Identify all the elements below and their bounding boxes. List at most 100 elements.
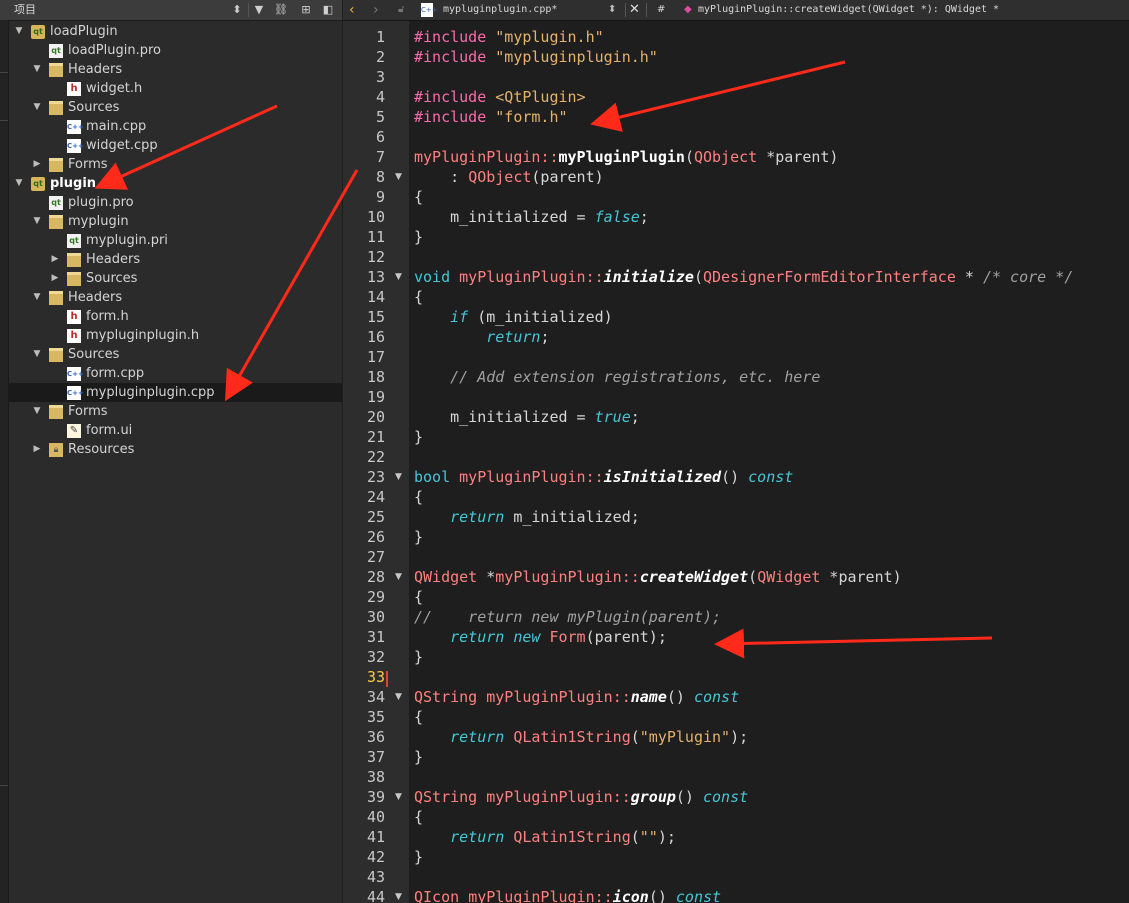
code-line[interactable]: { [414, 487, 423, 507]
code-line[interactable]: m_initialized = false; [414, 207, 649, 227]
expand-arrow-icon[interactable]: ▼ [31, 288, 43, 307]
code-line[interactable]: return QLatin1String("myPlugin"); [414, 727, 748, 747]
tree-item[interactable]: h form.h [9, 307, 342, 326]
tree-item[interactable]: ▼ myplugin [9, 212, 342, 231]
code-line[interactable]: } [414, 847, 423, 867]
code-line[interactable]: { [414, 707, 423, 727]
tree-item[interactable]: ▼ Sources [9, 345, 342, 364]
expand-arrow-icon[interactable]: ▼ [13, 22, 25, 41]
code-token: QIcon [414, 888, 460, 903]
code-line[interactable]: return; [414, 327, 549, 347]
expand-arrow-icon[interactable]: ▼ [31, 402, 43, 421]
hash-label[interactable]: # [657, 0, 665, 20]
fold-marker-icon[interactable]: ▼ [395, 267, 402, 287]
code-line[interactable]: QString myPluginPlugin::name() const [414, 687, 739, 707]
close-file-icon[interactable]: ✕ [629, 0, 640, 20]
code-line[interactable]: void myPluginPlugin::initialize(QDesigne… [414, 267, 1073, 287]
tree-item[interactable]: ▼ Sources [9, 98, 342, 117]
tree-item[interactable]: ▼ qt loadPlugin [9, 22, 342, 41]
code-token: Form [549, 628, 586, 646]
code-token: if [450, 308, 469, 326]
tree-item[interactable]: C++ widget.cpp [9, 136, 342, 155]
code-line[interactable]: QWidget *myPluginPlugin::createWidget(QW… [414, 567, 902, 587]
code-line[interactable]: bool myPluginPlugin::isInitialized() con… [414, 467, 793, 487]
function-symbol[interactable]: myPluginPlugin::createWidget(QWidget *):… [698, 0, 999, 20]
collapse-arrow-icon[interactable]: ▶ [49, 250, 61, 269]
tree-item[interactable]: ✎ form.ui [9, 421, 342, 440]
link-icon[interactable]: ⛓ [272, 2, 290, 18]
back-icon[interactable]: ‹ [349, 0, 355, 20]
code-token: bool [414, 468, 460, 486]
code-line[interactable]: } [414, 647, 423, 667]
fold-marker-icon[interactable]: ▼ [395, 687, 402, 707]
tree-item[interactable]: ▶ Headers [9, 250, 342, 269]
code-line[interactable]: // return new myPlugin(parent); [414, 607, 721, 627]
tree-item[interactable]: ▼ Forms [9, 402, 342, 421]
file-name[interactable]: mypluginplugin.cpp* [443, 0, 557, 20]
fold-marker-icon[interactable]: ▼ [395, 167, 402, 187]
tree-item[interactable]: C++ mypluginplugin.cpp [9, 383, 342, 402]
code-line[interactable]: m_initialized = true; [414, 407, 640, 427]
code-line[interactable]: #include <QtPlugin> [414, 87, 586, 107]
code-line[interactable]: return m_initialized; [414, 507, 640, 527]
code-line[interactable]: } [414, 747, 423, 767]
fold-marker-icon[interactable]: ▼ [395, 887, 402, 903]
tree-item-label: Headers [68, 62, 123, 77]
tree-item-label: Sources [68, 347, 120, 362]
tree-item[interactable]: h widget.h [9, 79, 342, 98]
code-line[interactable]: myPluginPlugin::myPluginPlugin(QObject *… [414, 147, 838, 167]
expand-arrow-icon[interactable]: ▼ [31, 98, 43, 117]
tree-item[interactable]: ▶ Forms [9, 155, 342, 174]
filter-icon[interactable]: ▼ [250, 2, 268, 18]
code-token: #include [414, 28, 496, 46]
collapse-arrow-icon[interactable]: ▶ [31, 440, 43, 459]
collapse-arrow-icon[interactable]: ▶ [49, 269, 61, 288]
tree-item[interactable]: h mypluginplugin.h [9, 326, 342, 345]
expand-arrow-icon[interactable]: ▼ [31, 345, 43, 364]
code-line[interactable]: QIcon myPluginPlugin::icon() const [414, 887, 721, 903]
tree-item[interactable]: ▶ Sources [9, 269, 342, 288]
code-token: :: [621, 568, 640, 586]
code-line[interactable]: if (m_initialized) [414, 307, 613, 327]
code-line[interactable]: // Add extension registrations, etc. her… [414, 367, 820, 387]
code-line[interactable]: } [414, 227, 423, 247]
code-line[interactable]: { [414, 587, 423, 607]
fold-marker-icon[interactable]: ▼ [395, 467, 402, 487]
code-line[interactable]: : QObject(parent) [414, 167, 604, 187]
tree-item-label: widget.h [86, 81, 143, 96]
code-line[interactable]: } [414, 427, 423, 447]
expand-arrow-icon[interactable]: ▼ [13, 174, 25, 193]
lock-icon[interactable]: 🔓︎ [398, 0, 404, 20]
tree-item[interactable]: qt plugin.pro [9, 193, 342, 212]
code-line[interactable]: return new Form(parent); [414, 627, 667, 647]
expand-arrow-icon[interactable]: ▼ [31, 60, 43, 79]
code-line[interactable]: { [414, 807, 423, 827]
code-line[interactable]: #include "mypluginplugin.h" [414, 47, 658, 67]
code-line[interactable]: return QLatin1String(""); [414, 827, 676, 847]
close-panel-icon[interactable]: ◧ [319, 2, 337, 18]
split-icon[interactable]: ⊞ [297, 2, 315, 18]
tree-item[interactable]: qt myplugin.pri [9, 231, 342, 250]
code-line[interactable]: #include "form.h" [414, 107, 568, 127]
tree-item[interactable]: ▼ qt plugin [9, 174, 342, 193]
forward-icon[interactable]: › [373, 0, 379, 20]
code-line[interactable]: } [414, 527, 423, 547]
code-line[interactable]: #include "myplugin.h" [414, 27, 604, 47]
tree-item[interactable]: C++ main.cpp [9, 117, 342, 136]
tree-item[interactable]: qt loadPlugin.pro [9, 41, 342, 60]
fold-marker-icon[interactable]: ▼ [395, 567, 402, 587]
tree-item[interactable]: C++ form.cpp [9, 364, 342, 383]
fold-marker-icon[interactable]: ▼ [395, 787, 402, 807]
expand-arrow-icon[interactable]: ▼ [31, 212, 43, 231]
tree-item[interactable]: ▼ Headers [9, 288, 342, 307]
collapse-arrow-icon[interactable]: ▶ [31, 155, 43, 174]
tree-item[interactable]: ▼ Headers [9, 60, 342, 79]
tree-item[interactable]: ▶ 🔒︎ Resources [9, 440, 342, 459]
code-token: /* core */ [982, 268, 1074, 286]
code-token: ; [540, 328, 550, 346]
code-line[interactable]: { [414, 187, 423, 207]
file-dropdown-icon[interactable]: ⬍ [608, 0, 616, 20]
code-line[interactable]: QString myPluginPlugin::group() const [414, 787, 748, 807]
code-line[interactable]: { [414, 287, 423, 307]
view-select-icon[interactable]: ⬍ [228, 2, 246, 18]
